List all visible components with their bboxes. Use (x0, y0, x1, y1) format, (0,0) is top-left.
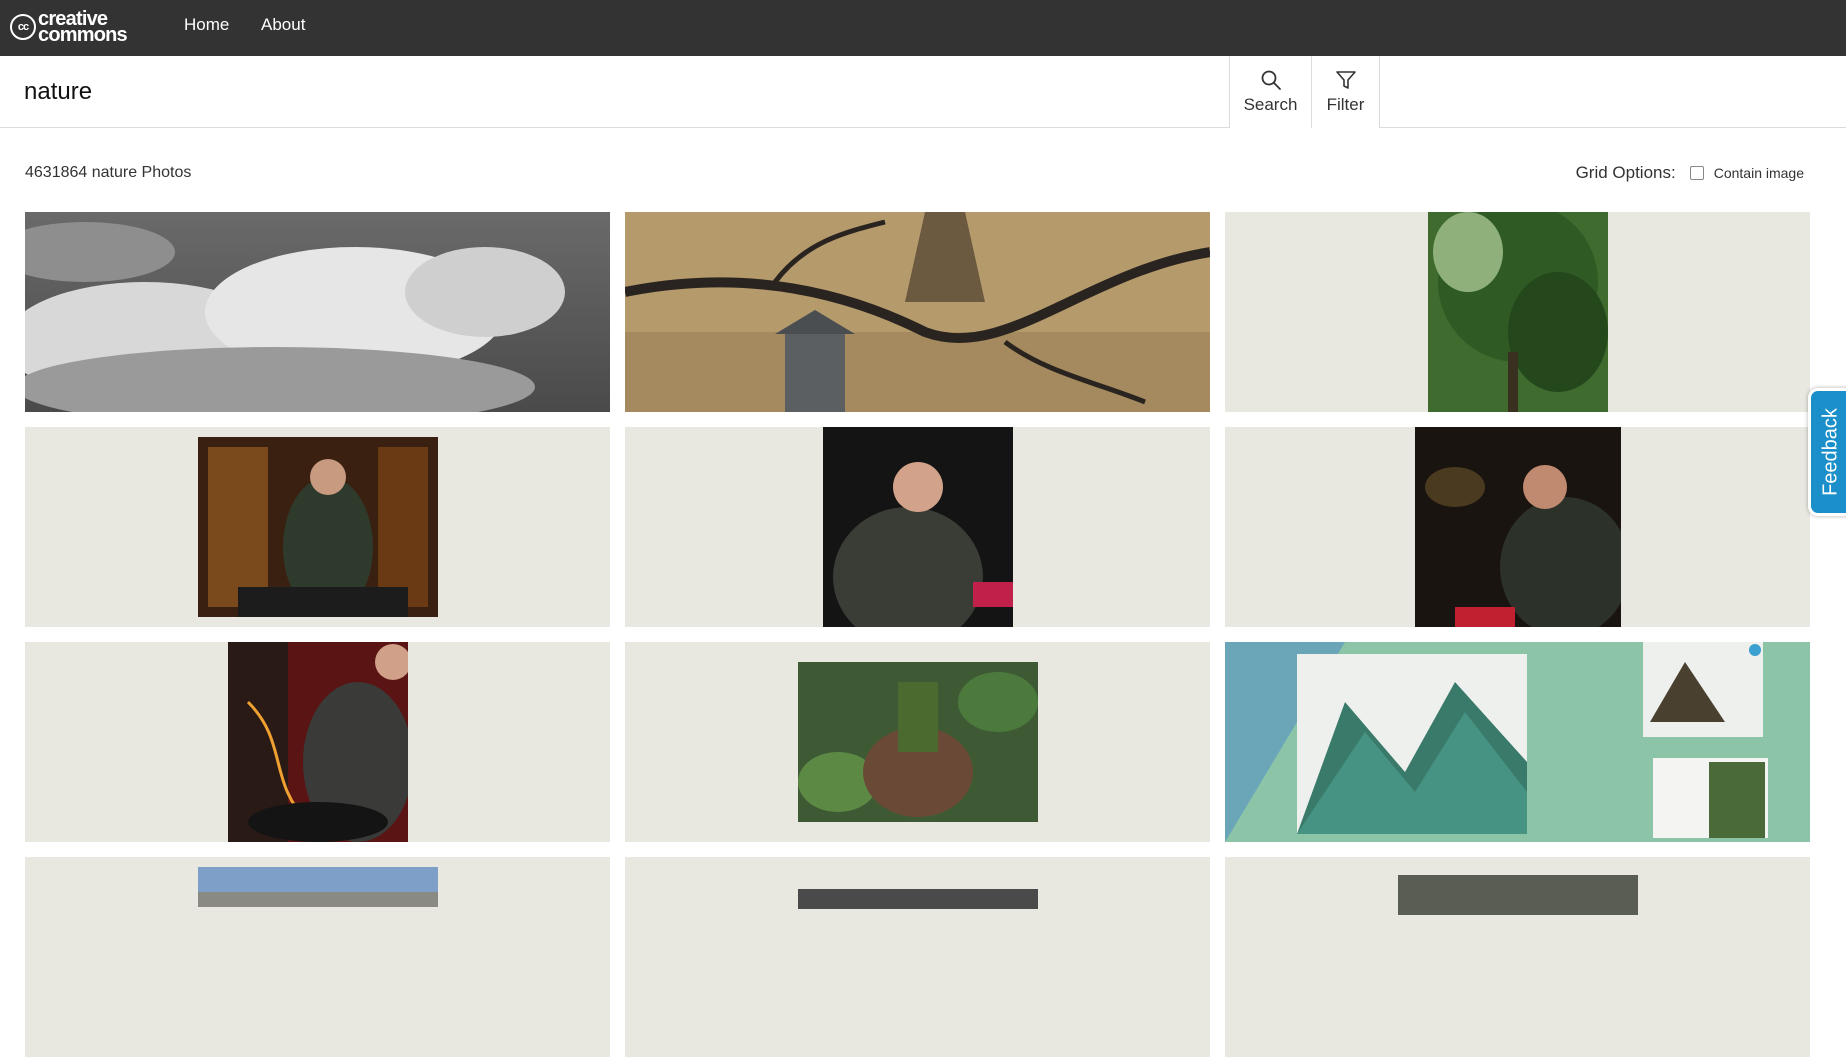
search-bar: Search Filter (0, 56, 1846, 128)
filter-button-label: Filter (1326, 95, 1365, 114)
image-card[interactable] (25, 642, 610, 842)
search-button[interactable]: Search (1229, 56, 1311, 128)
search-button-label: Search (1243, 95, 1298, 114)
logo-wordmark: creative commons (38, 9, 128, 46)
filter-icon (1335, 71, 1356, 89)
logo-line-2: commons (38, 24, 128, 46)
image-card[interactable] (625, 427, 1210, 627)
image-card[interactable] (25, 857, 610, 1057)
filter-button[interactable]: Filter (1311, 56, 1380, 128)
nav-about-link[interactable]: About (261, 15, 305, 35)
image-dj-2 (823, 427, 1013, 627)
image-trees (1428, 212, 1608, 412)
image-branches-lantern (625, 212, 1210, 412)
image-dj-1 (198, 437, 438, 617)
image-card[interactable] (25, 212, 610, 412)
grid-options: Grid Options: Contain image (1576, 163, 1804, 183)
image-card[interactable] (1225, 427, 1810, 627)
top-navbar: cc creative commons Home About (0, 0, 1846, 56)
search-icon (1261, 70, 1281, 90)
search-input[interactable] (24, 74, 1224, 110)
image-winter-trees (198, 867, 438, 907)
image-palm-ivy (798, 662, 1038, 822)
image-dj-4 (228, 642, 408, 842)
grid-options-label: Grid Options: (1575, 163, 1676, 182)
feedback-tab[interactable]: Feedback (1808, 388, 1846, 516)
image-card[interactable] (1225, 642, 1810, 842)
creative-commons-logo[interactable]: cc creative commons (10, 9, 128, 46)
image-card[interactable] (1225, 212, 1810, 412)
image-dj-3 (1415, 427, 1621, 627)
image-card[interactable] (625, 857, 1210, 1057)
image-clouds (25, 212, 610, 412)
contain-image-label[interactable]: Contain image (1714, 165, 1804, 181)
contain-image-checkbox[interactable] (1689, 166, 1704, 180)
cc-logo-icon: cc (10, 14, 36, 40)
image-card[interactable] (625, 642, 1210, 842)
image-bw-photo (798, 889, 1038, 909)
results-count: 4631864 nature Photos (25, 164, 192, 181)
image-forest (1398, 875, 1638, 915)
feedback-label: Feedback (1819, 408, 1842, 496)
image-magazine (1225, 642, 1810, 842)
nav-home-link[interactable]: Home (184, 15, 229, 35)
image-card[interactable] (1225, 857, 1810, 1057)
image-card[interactable] (625, 212, 1210, 412)
image-card[interactable] (25, 427, 610, 627)
